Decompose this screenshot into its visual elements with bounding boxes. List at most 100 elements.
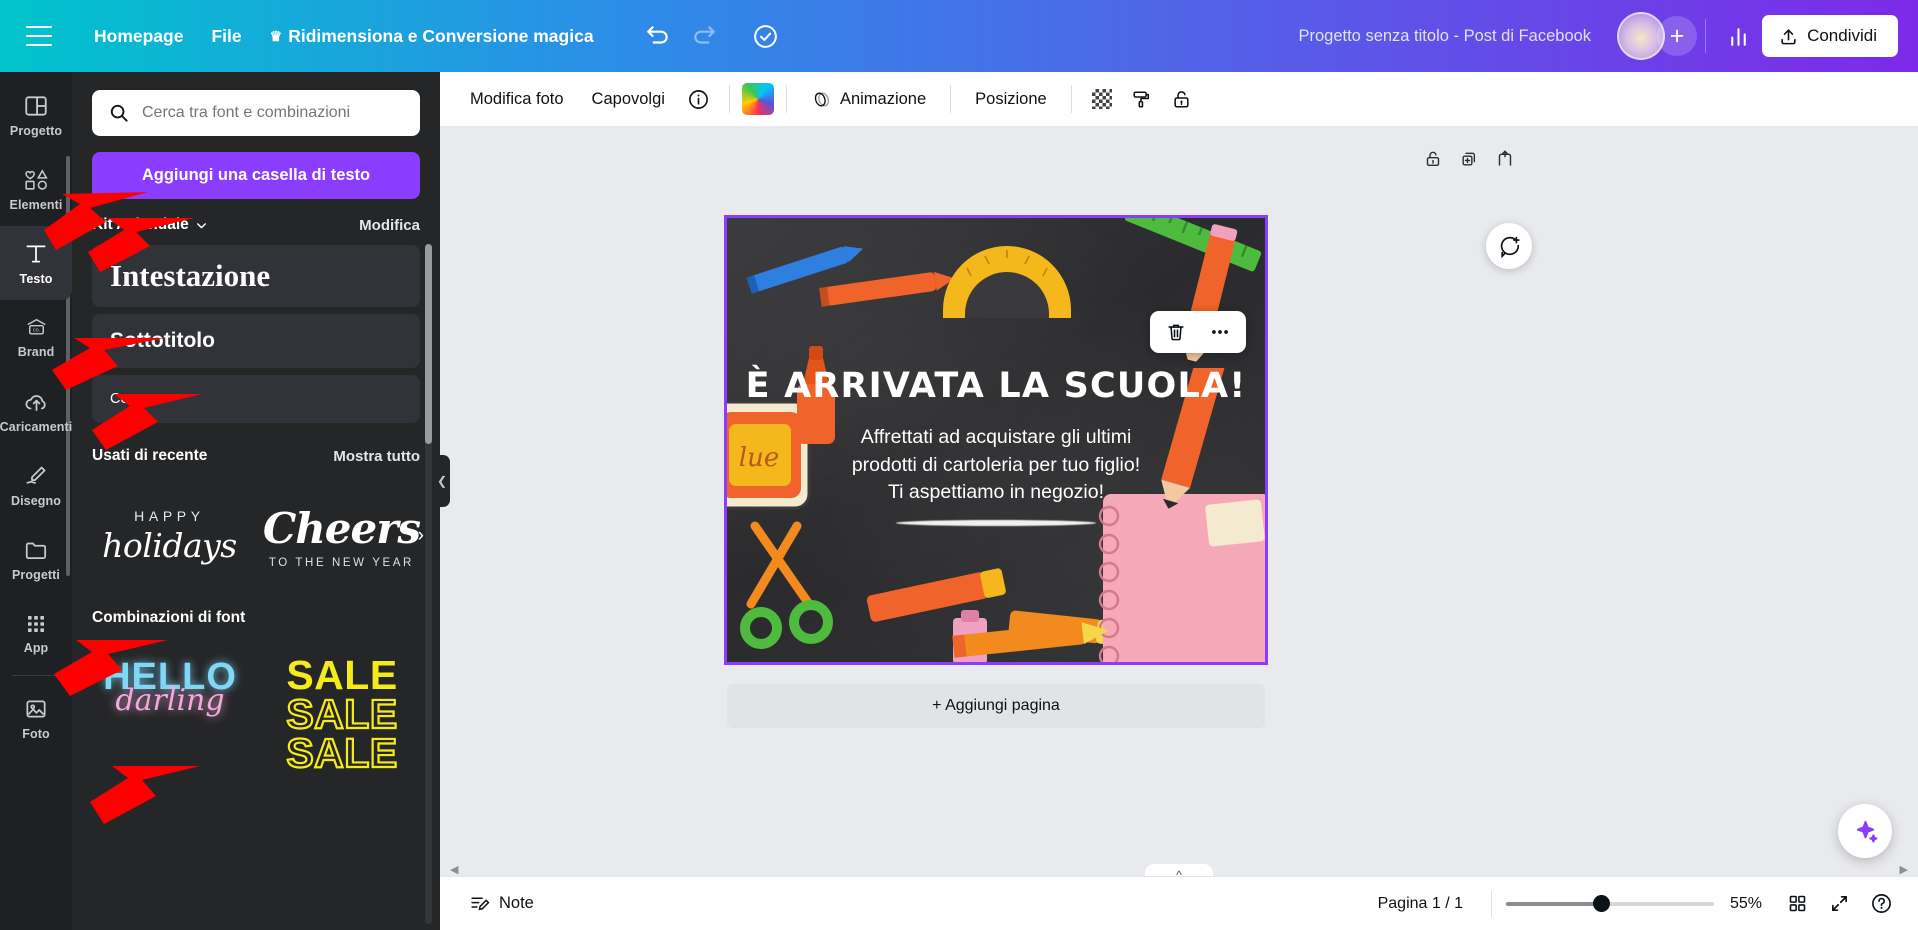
add-page-button[interactable]: + Aggiungi pagina [727,684,1265,728]
notes-icon [471,897,490,911]
rail-divider [12,675,60,676]
notes-button[interactable]: Note [458,886,545,921]
text-style-label: Intestazione [110,258,271,293]
canvas-collapse-pill[interactable]: ^ [1145,864,1213,876]
recent-tile-cheers[interactable]: Cheers TO THE NEW YEAR › [262,480,424,592]
svg-text:co.: co. [32,327,39,333]
more-dots-icon[interactable] [1206,318,1234,346]
nav-magic-resize[interactable]: ♛ Ridimensiona e Conversione magica [256,18,608,55]
chalk-underline-decoration [896,520,1096,526]
sidebar-item-brand[interactable]: co. Brand [0,300,72,374]
page-lock-icon[interactable] [1418,144,1448,174]
design-body-line-2: prodotti di cartoleria per tuo figlio! [851,453,1141,476]
design-page[interactable]: lue È ARRIVATA LA SCUOLA! Affrettati ad … [724,215,1268,665]
share-button[interactable]: Condividi [1762,15,1898,57]
crown-icon: ♛ [269,27,283,44]
search-box[interactable] [92,90,420,136]
recent-tile-bottom-text: TO THE NEW YEAR [268,556,414,569]
document-title-area: Progetto senza titolo - Post di Facebook… [1288,12,1918,60]
recent-header: Usati di recente Mostra tutto [72,430,440,476]
design-headline[interactable]: È ARRIVATA LA SCUOLA! [727,366,1265,406]
font-combos-grid: HELLO darling SALE SALE SALE [72,638,440,774]
layout-icon [25,95,47,116]
text-panel: Aggiungi una casella di testo Kit Aziend… [72,72,440,930]
magic-sparkle-icon[interactable] [1838,804,1892,858]
sidebar-item-testo[interactable]: Testo [0,226,72,300]
flip-button[interactable]: Capovolgi [580,82,677,117]
add-text-box-button[interactable]: Aggiungi una casella di testo [92,152,420,199]
animation-icon [814,92,830,106]
lock-icon[interactable] [1164,81,1200,117]
combo-tile-hello-darling[interactable]: HELLO darling [92,644,248,774]
recent-title: Usati di recente [92,447,208,464]
recent-show-all-link[interactable]: Mostra tutto [333,448,420,465]
sidebar-item-caricamenti[interactable]: Caricamenti [0,374,72,448]
grid-view-icon[interactable] [1778,885,1816,923]
document-title[interactable]: Progetto senza titolo - Post di Facebook [1288,21,1601,52]
sidebar-item-foto[interactable]: Foto [0,681,72,755]
glue-label: lue [739,443,779,473]
panel-collapse-button[interactable]: ❮ [434,455,450,507]
edit-photo-button[interactable]: Modifica foto [458,82,576,117]
zoom-slider[interactable] [1506,895,1714,913]
selection-float-toolbar [1150,311,1246,353]
notes-button-label: Note [499,894,534,912]
cloud-check-icon[interactable] [746,16,786,56]
sidebar-item-disegno[interactable]: Disegno [0,448,72,522]
sidebar-item-elementi[interactable]: Elementi [0,152,72,226]
search-input[interactable] [142,104,404,122]
undo-icon[interactable] [638,16,678,56]
image-icon [26,700,46,717]
nav-homepage[interactable]: Homepage [80,18,197,55]
paint-roller-icon[interactable] [1124,81,1160,117]
brand-kit-header: Kit Aziendale Modifica [72,199,440,245]
trash-icon[interactable] [1162,318,1190,346]
toolbar-divider [950,85,952,113]
sidebar-label-elementi: Elementi [9,197,63,212]
recent-tile-main-text: Cheers [262,503,421,553]
position-button[interactable]: Posizione [963,82,1059,117]
left-sidebar-rail: Progetto Elementi Testo co. Brand Carica… [0,72,72,930]
header-divider [1705,19,1707,53]
animation-button[interactable]: Animazione [799,81,938,118]
help-icon[interactable] [1862,885,1900,923]
comment-add-icon[interactable] [1486,223,1532,269]
panel-scrollbar-thumb[interactable] [425,244,432,444]
design-body[interactable]: Affrettati ad acquistare gli ultimi prod… [787,424,1205,507]
sidebar-label-foto: Foto [22,726,50,741]
sidebar-label-testo: Testo [19,271,53,286]
recent-tile-happy-holidays[interactable]: HAPPY holidays [92,480,247,592]
add-collaborator-button[interactable]: + [1657,16,1698,56]
chevron-right-icon: › [417,525,424,546]
shapes-icon [24,168,48,190]
duplicate-page-icon[interactable] [1454,144,1484,174]
bottom-pencil-decoration [952,622,1109,658]
brand-kit-selector[interactable]: Kit Aziendale [92,216,208,234]
fullscreen-icon[interactable] [1820,885,1858,923]
hamburger-menu-icon[interactable] [26,26,52,46]
nav-file[interactable]: File [197,18,255,55]
add-page-icon[interactable] [1490,144,1520,174]
collaborators: + [1617,12,1698,60]
brand-kit-edit-link[interactable]: Modifica [359,217,420,234]
text-style-intestazione[interactable]: Intestazione [92,245,420,307]
text-style-sottotitolo[interactable]: Sottotitolo [92,314,420,368]
status-divider [1491,890,1492,917]
zoom-slider-thumb[interactable] [1593,895,1611,912]
redo-icon[interactable] [684,16,724,56]
top-header-bar: Homepage File ♛ Ridimensiona e Conversion… [0,0,1918,72]
info-icon[interactable] [681,81,717,117]
recent-grid: HAPPY holidays Cheers TO THE NEW YEAR › [72,476,440,592]
transparency-icon[interactable] [1084,81,1120,117]
page-tools-group [1418,144,1520,174]
color-wheel-icon[interactable] [741,83,774,115]
sidebar-label-disegno: Disegno [10,493,61,508]
combo-tile-sale[interactable]: SALE SALE SALE [264,644,420,774]
text-style-corpo[interactable]: Corpo [92,375,420,423]
toolbar-divider [728,85,730,113]
sidebar-item-app[interactable]: App [0,596,72,670]
sidebar-item-progetto[interactable]: Progetto [0,78,72,152]
bar-chart-icon[interactable] [1718,16,1758,56]
sidebar-item-progetti[interactable]: Progetti [0,522,72,596]
sidebar-label-brand: Brand [17,344,55,359]
